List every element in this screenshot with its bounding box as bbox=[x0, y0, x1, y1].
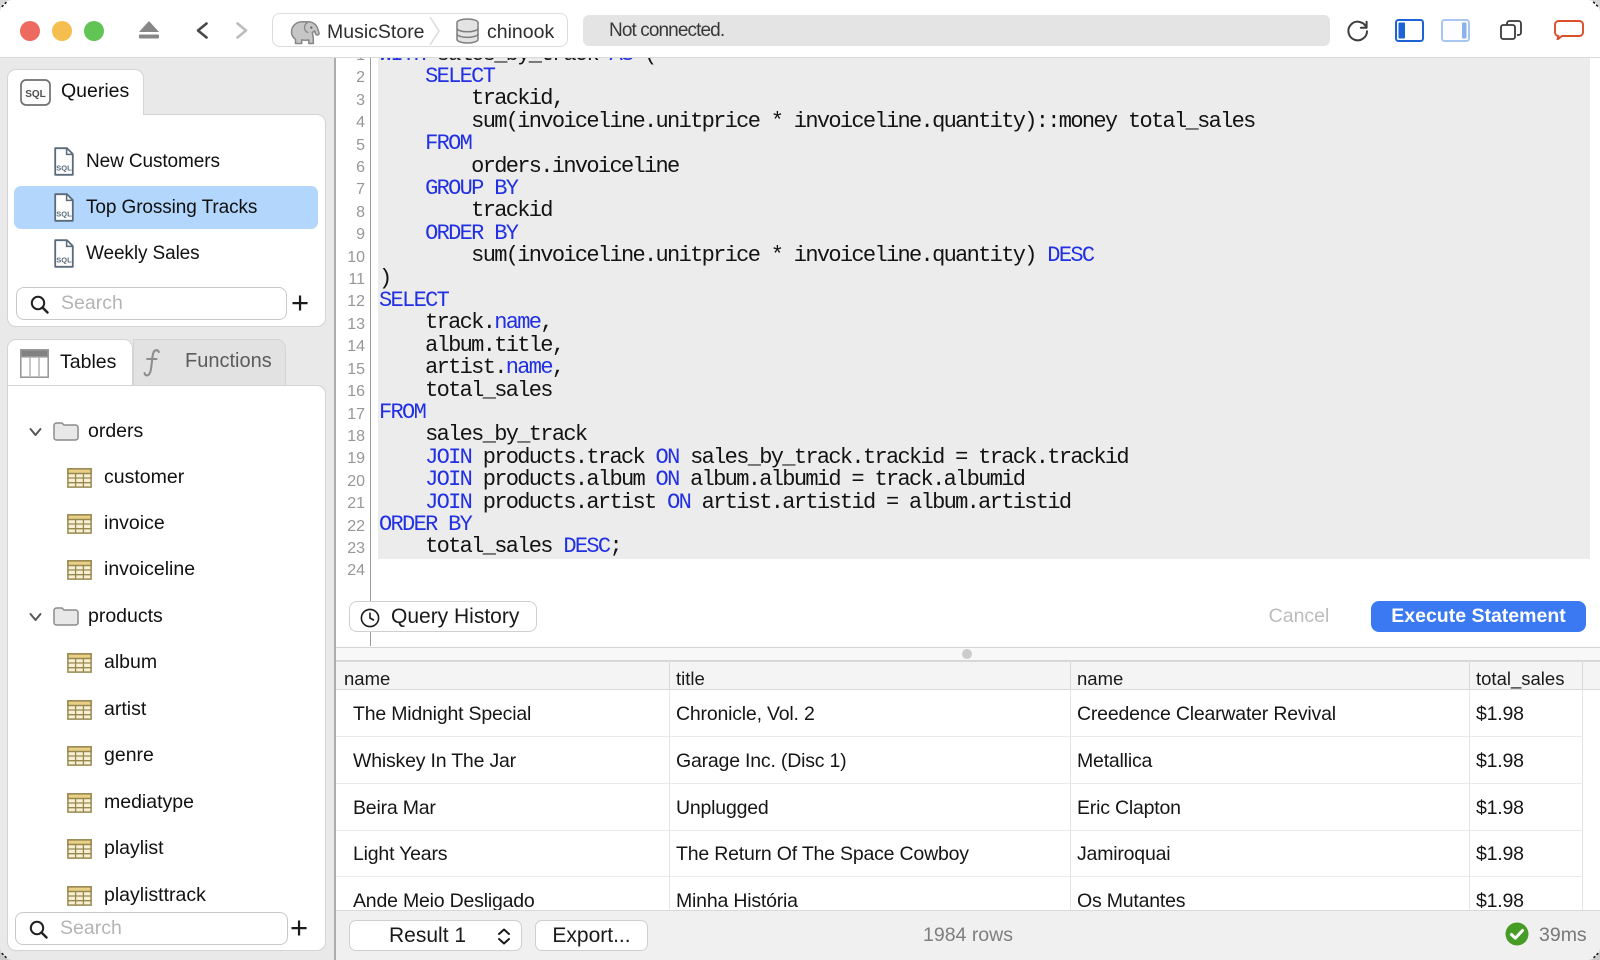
svg-text:SQL: SQL bbox=[25, 89, 46, 100]
